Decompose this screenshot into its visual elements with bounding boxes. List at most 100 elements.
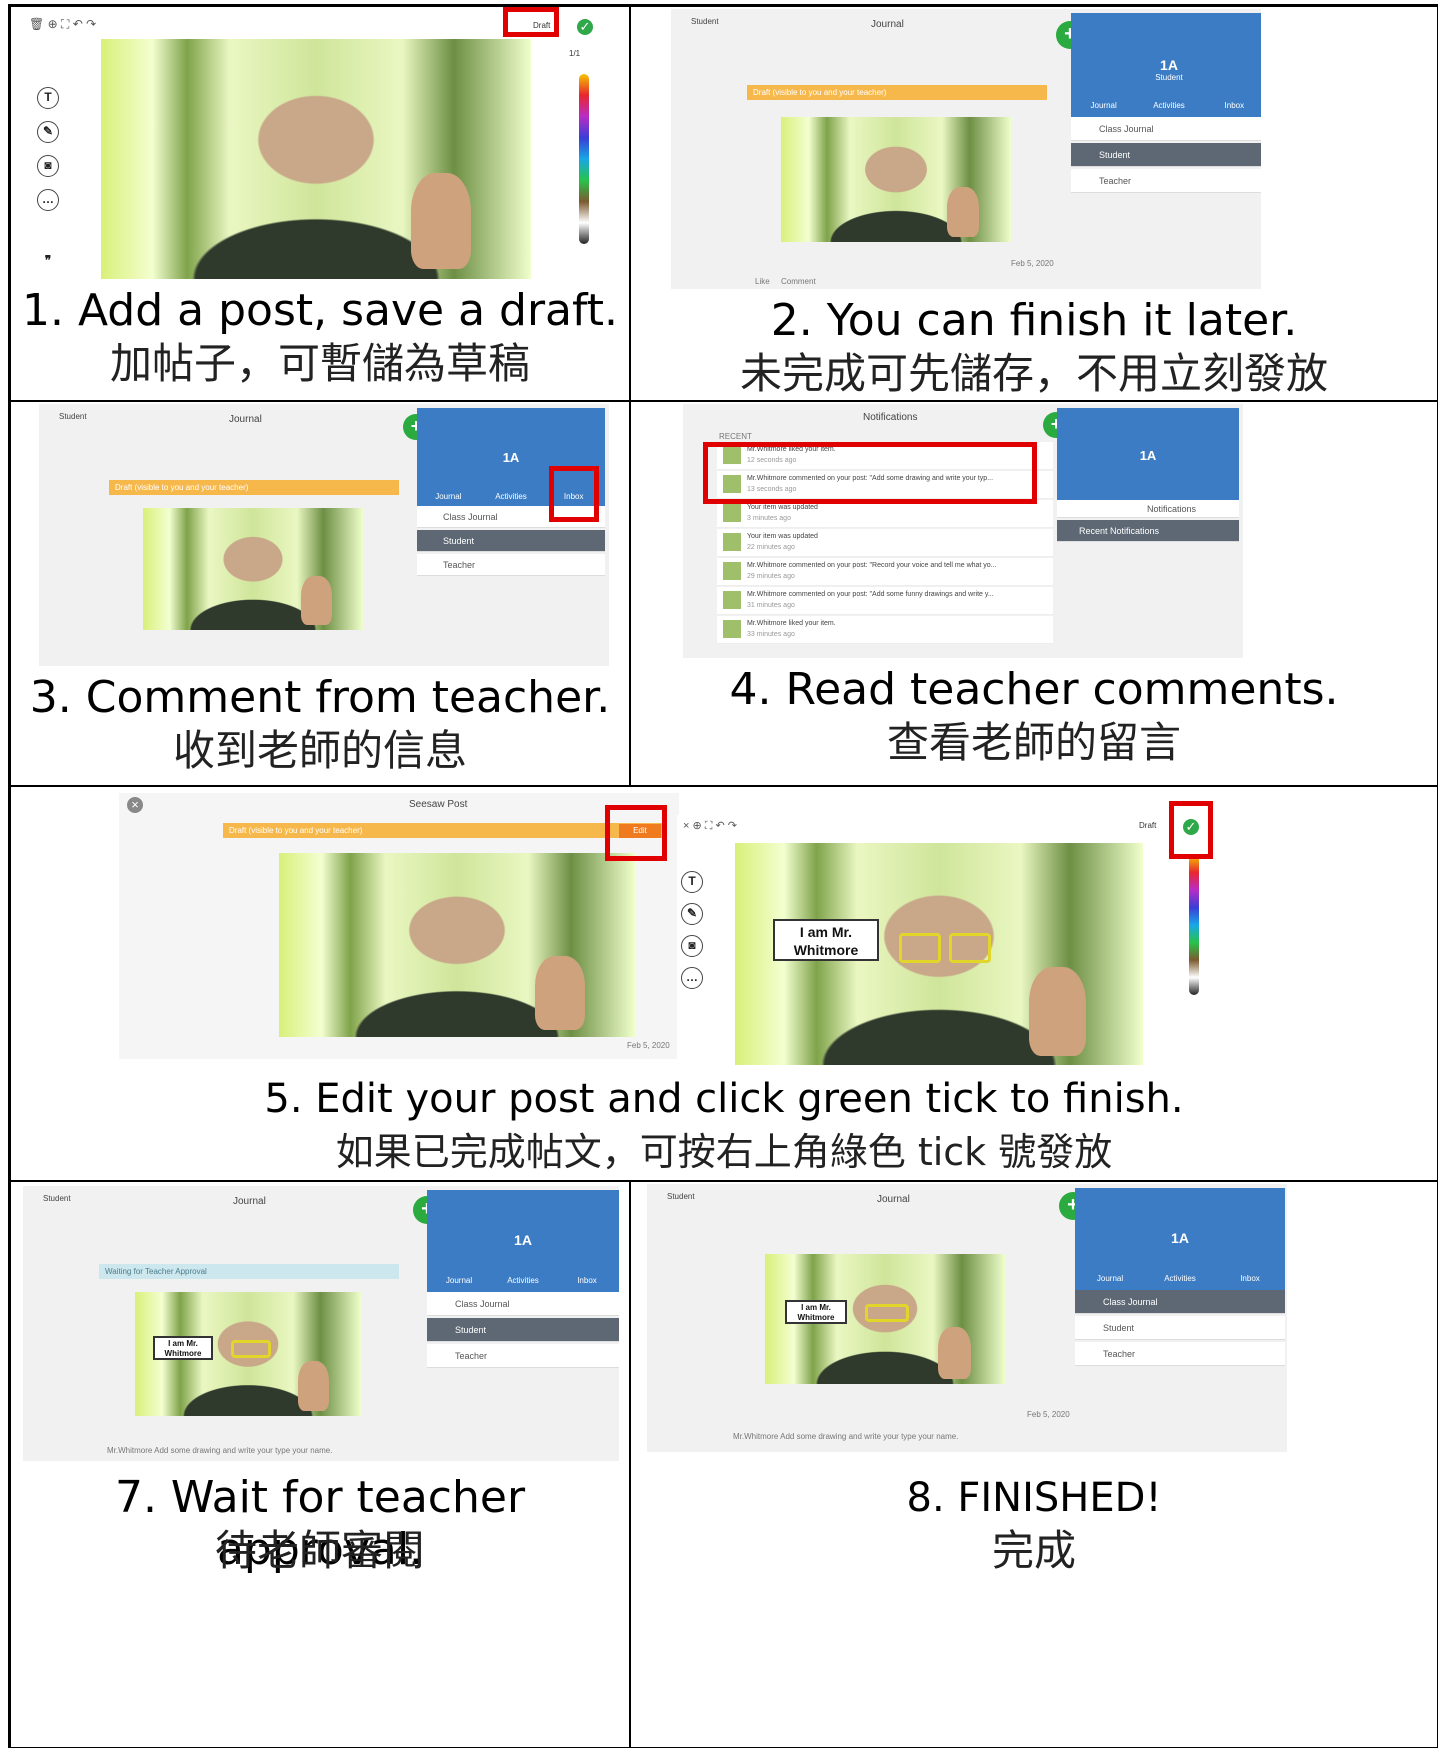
name-label: I am Mr. Whitmore (153, 1336, 213, 1360)
nav-student[interactable]: Student (427, 1318, 619, 1342)
seesaw-post-title: Seesaw Post (409, 799, 468, 810)
tab-journal[interactable]: Journal (1071, 89, 1136, 113)
step-5-editor-screenshot: × ⊕ ⛶ ↶ ↷ I am Mr. Whitmore T ✎ ◙ … Draf… (677, 815, 1209, 1065)
draft-highlight (503, 7, 559, 37)
step-7-caption-zh: 待老師審閱 (214, 1526, 425, 1575)
class-code: 1A (1139, 448, 1157, 463)
nav-student[interactable]: Student (417, 530, 605, 552)
step-8-caption-en: 8. FINISHED! (906, 1475, 1162, 1521)
nav-class-journal[interactable]: Class Journal (427, 1292, 619, 1316)
camera-tool-icon[interactable]: ◙ (37, 155, 59, 177)
tab-journal[interactable]: Journal (417, 480, 480, 502)
pen-tool-icon[interactable]: ✎ (681, 903, 703, 925)
name-label[interactable]: I am Mr. Whitmore (773, 919, 879, 961)
tab-activities[interactable]: Activities (1136, 89, 1201, 113)
student-header[interactable]: Student (43, 1194, 71, 1203)
tab-inbox[interactable]: Inbox (1215, 1262, 1285, 1286)
step-8-caption-zh: 完成 (991, 1526, 1076, 1575)
photo (143, 508, 363, 630)
green-tick-icon[interactable]: ✓ (577, 19, 593, 35)
notifications-highlight (703, 442, 1037, 504)
tab-notifications[interactable]: Notifications (1057, 500, 1239, 518)
tab-activities[interactable]: Activities (1145, 1262, 1215, 1286)
notification-item[interactable]: Mr.Whitmore commented on your post: "Add… (717, 587, 1053, 615)
nav-tabs[interactable]: Journal Activities Inbox (1075, 1262, 1285, 1286)
draft-bar: Draft (visible to you and your teacher) (223, 823, 667, 838)
step-5-post-screenshot: × Seesaw Post Draft (visible to you and … (119, 793, 679, 1059)
class-code: 1A (1160, 57, 1178, 73)
class-code: 1A (502, 450, 520, 465)
class-code: 1A (1171, 1230, 1189, 1246)
editor-toolbar-icons: × ⊕ ⛶ ↶ ↷ (683, 820, 737, 832)
step-5-caption-en: 5. Edit your post and click green tick t… (264, 1076, 1184, 1122)
tab-journal[interactable]: Journal (1075, 1262, 1145, 1286)
color-palette[interactable] (1189, 855, 1199, 995)
nav-tabs[interactable]: Journal Activities Inbox (1071, 89, 1261, 113)
tab-inbox[interactable]: Inbox (1202, 89, 1261, 113)
nav-teacher[interactable]: Teacher (1075, 1342, 1285, 1366)
step-3-screenshot: Student Journal Draft (visible to you an… (39, 404, 609, 666)
drawn-glasses (949, 933, 991, 963)
drawn-glasses (231, 1340, 271, 1358)
steps-table: 🗑 ⊕ ⛶ ↶ ↷ T ✎ ◙ … ❞ Draft ✓ 1/1 1. Add a… (8, 4, 1438, 1748)
tab-journal[interactable]: Journal (427, 1264, 491, 1288)
nav-student[interactable]: Student (1071, 143, 1261, 167)
tab-activities[interactable]: Activities (480, 480, 543, 502)
camera-tool-icon[interactable]: ◙ (681, 935, 703, 957)
notification-item[interactable]: Mr.Whitmore liked your item. 33 minutes a… (717, 616, 1053, 644)
step-1-screenshot: 🗑 ⊕ ⛶ ↶ ↷ T ✎ ◙ … ❞ Draft ✓ 1/1 (21, 9, 601, 279)
comment-button[interactable]: Comment (781, 277, 816, 286)
journal-title: Journal (229, 414, 262, 425)
like-button[interactable]: Like (755, 277, 770, 286)
nav-student[interactable]: Student (1075, 1316, 1285, 1340)
nav-teacher[interactable]: Teacher (427, 1344, 619, 1368)
text-tool-icon[interactable]: T (681, 871, 703, 893)
journal-title: Journal (877, 1194, 910, 1205)
nav-tabs[interactable]: Journal Activities Inbox (427, 1264, 619, 1288)
notification-item[interactable]: Mr.Whitmore commented on your post: "Rec… (717, 558, 1053, 586)
more-tool-icon[interactable]: … (37, 189, 59, 211)
notification-item[interactable]: Your item was updated 22 minutes ago (717, 529, 1053, 557)
recent-notifications[interactable]: Recent Notifications (1057, 520, 1239, 542)
step-2-screenshot: Student Journal Draft (visible to you an… (671, 9, 1261, 289)
pen-tool-icon[interactable]: ✎ (37, 121, 59, 143)
close-icon[interactable]: × (127, 797, 143, 813)
draft-label[interactable]: Draft (1139, 821, 1156, 830)
nav-class-journal[interactable]: Class Journal (1071, 117, 1261, 141)
draft-bar: Draft (visible to you and your teacher) (109, 480, 399, 495)
step-7-cell: Student Journal Waiting for Teacher Appr… (10, 1181, 630, 1748)
post-date: Feb 5, 2020 (1011, 259, 1054, 268)
step-3-cell: Student Journal Draft (visible to you an… (10, 401, 630, 786)
page-count: 1/1 (569, 49, 581, 58)
nav-teacher[interactable]: Teacher (417, 554, 605, 576)
draft-bar: Draft (visible to you and your teacher) (747, 85, 1047, 100)
step-5-caption-zh: 如果已完成帖文，可按右上角綠色 tick 號發放 (335, 1130, 1113, 1174)
role-label: Student (1155, 73, 1183, 82)
tab-inbox[interactable]: Inbox (555, 1264, 619, 1288)
photo: I am Mr. Whitmore (765, 1254, 1005, 1384)
step-5-cell: × Seesaw Post Draft (visible to you and … (10, 786, 1438, 1181)
notification-item[interactable]: Your item was updated 3 minutes ago (717, 500, 1053, 528)
step-2-caption-en: 2. You can finish it later. (770, 295, 1298, 346)
student-header[interactable]: Student (59, 412, 87, 421)
step-1-cell: 🗑 ⊕ ⛶ ↶ ↷ T ✎ ◙ … ❞ Draft ✓ 1/1 1. Add a… (10, 6, 630, 401)
more-tool-icon[interactable]: … (681, 967, 703, 989)
quote-tool-icon[interactable]: ❞ (37, 251, 59, 273)
comment-line: Mr.Whitmore Add some drawing and write y… (733, 1432, 959, 1441)
nav-teacher[interactable]: Teacher (1071, 169, 1261, 193)
photo: I am Mr. Whitmore (735, 843, 1143, 1065)
step-7-screenshot: Student Journal Waiting for Teacher Appr… (23, 1186, 619, 1461)
tab-activities[interactable]: Activities (491, 1264, 555, 1288)
post-date: Feb 5, 2020 (1027, 1410, 1070, 1419)
toolbar-icons: 🗑 ⊕ ⛶ ↶ ↷ (29, 17, 97, 31)
color-palette[interactable] (579, 74, 589, 244)
nav-class-journal[interactable]: Class Journal (1075, 1290, 1285, 1314)
step-4-caption-zh: 查看老師的留言 (886, 718, 1181, 767)
step-8-cell: Student Journal I am Mr. Whitmore Feb 5,… (630, 1181, 1438, 1748)
student-header[interactable]: Student (667, 1192, 695, 1201)
green-tick-highlight (1169, 801, 1213, 859)
step-4-cell: Notifications RECENT Mr.Whitmore liked y… (630, 401, 1438, 786)
student-header[interactable]: Student (691, 17, 719, 26)
step-1-caption-en: 1. Add a post, save a draft. (22, 285, 618, 336)
text-tool-icon[interactable]: T (37, 87, 59, 109)
